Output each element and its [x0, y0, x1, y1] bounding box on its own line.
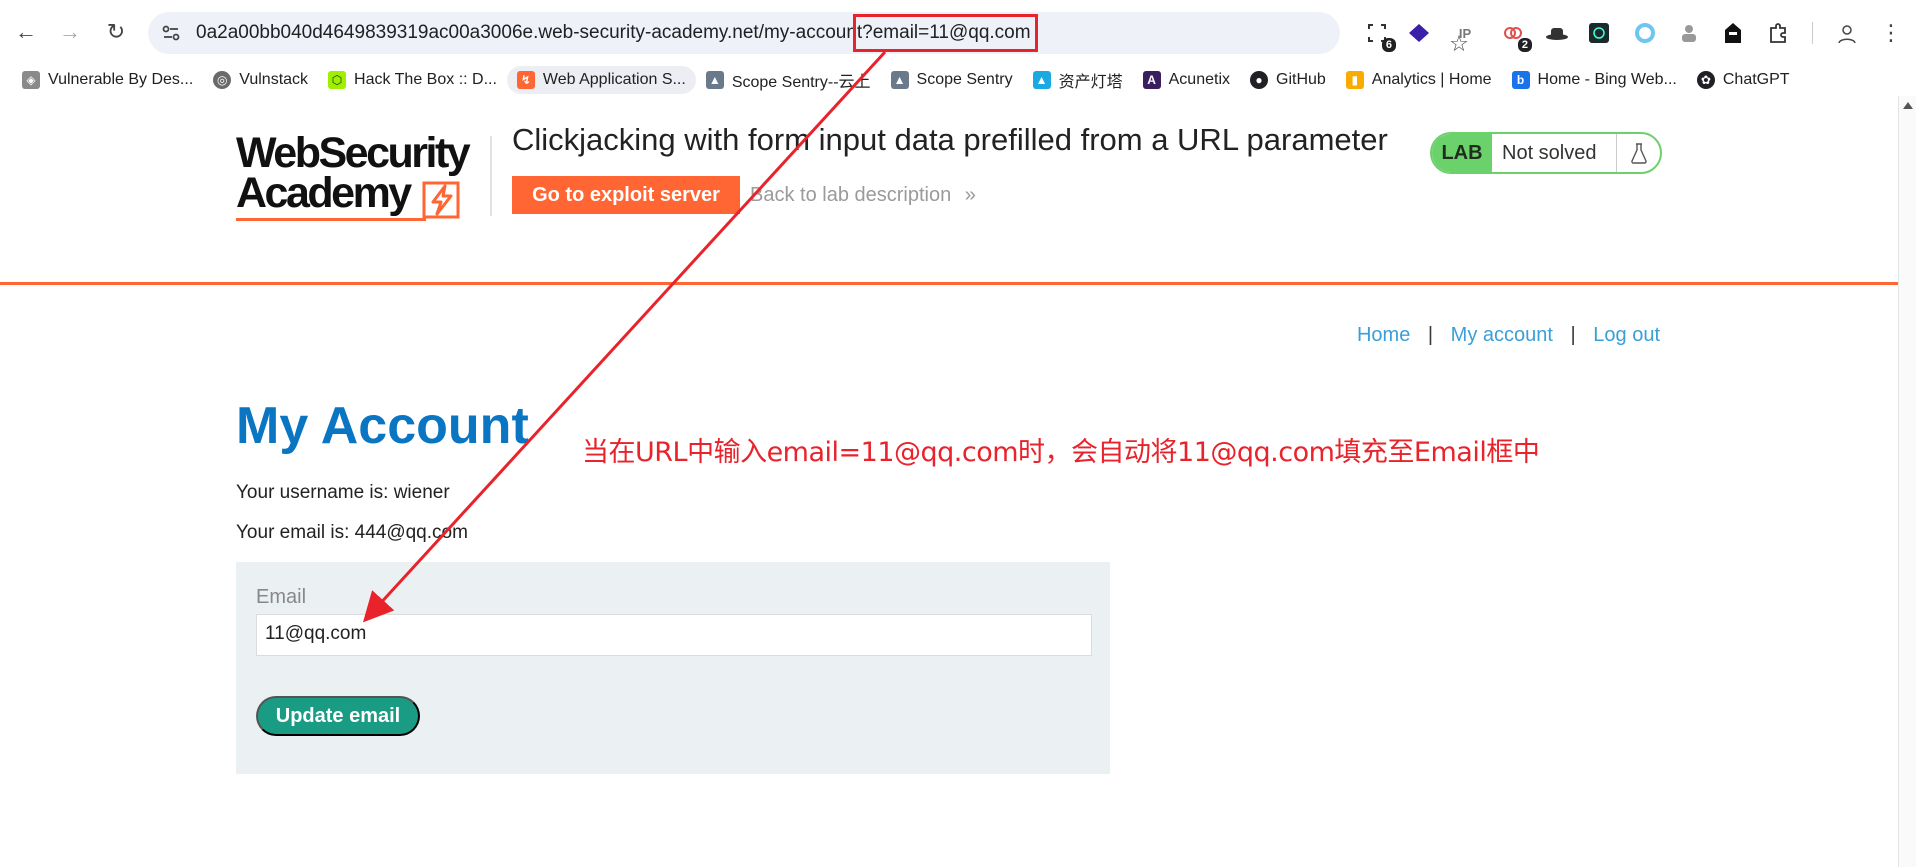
log-out-link[interactable]: Log out	[1593, 324, 1660, 346]
back-icon[interactable]: ←	[12, 18, 40, 46]
bookmark-chatgpt[interactable]: ✿ ChatGPT	[1687, 66, 1800, 94]
url-parameter-highlight	[853, 14, 1038, 52]
stack-extension-icon[interactable]	[1406, 20, 1432, 46]
bookmark-bing[interactable]: b Home - Bing Web...	[1502, 66, 1687, 94]
bookmark-label: GitHub	[1276, 71, 1326, 88]
nav-separator: |	[1570, 324, 1576, 346]
browser-menu-icon[interactable]: ⋮	[1878, 20, 1904, 46]
circle-extension-icon[interactable]	[1632, 20, 1658, 46]
bookmark-vulnstack[interactable]: ◎ Vulnstack	[203, 66, 318, 94]
flask-icon	[1616, 134, 1660, 172]
browser-toolbar: ← → ↻ 0a2a00bb040d4649839319ac00a3006e.w…	[0, 0, 1916, 66]
my-account-link[interactable]: My account	[1451, 324, 1553, 346]
sentry-icon: ▲	[890, 71, 909, 89]
bookmark-label: Vulnstack	[239, 71, 309, 88]
double-chevron-icon: »	[964, 184, 976, 206]
bookmarks-bar: ◈ Vulnerable By Des... ◎ Vulnstack ⬡ Hac…	[0, 66, 1916, 94]
username-line: Your username is: wiener	[236, 482, 450, 503]
update-email-button[interactable]: Update email	[256, 696, 420, 736]
bookmark-vulnhub[interactable]: ◈ Vulnerable By Des...	[12, 66, 203, 94]
logo-line-2: Academy	[236, 169, 412, 217]
sentry-icon: ▲	[705, 71, 724, 89]
lab-status-badge: LAB Not solved	[1430, 132, 1662, 174]
ip-extension-icon[interactable]: IP	[1452, 20, 1478, 46]
bookmark-label: Analytics | Home	[1371, 71, 1492, 88]
link-extension-icon[interactable]: 2	[1500, 20, 1532, 52]
back-to-lab-description-link[interactable]: Back to lab description »	[750, 184, 976, 207]
lab-status-text: Not solved	[1502, 141, 1597, 164]
htb-icon: ⬡	[328, 71, 347, 89]
bookmark-label: Home - Bing Web...	[1537, 71, 1677, 88]
screenshot-extension-icon[interactable]: 6	[1364, 20, 1396, 52]
acunetix-icon: A	[1142, 71, 1161, 89]
home-link[interactable]: Home	[1357, 324, 1410, 346]
back-link-label: Back to lab description	[750, 184, 952, 206]
email-label: Email	[256, 586, 307, 608]
bookmark-label: Vulnerable By Des...	[48, 71, 194, 88]
forward-icon[interactable]: →	[56, 18, 84, 46]
bookmark-scope-sentry-cloud[interactable]: ▲ Scope Sentry--云上	[696, 66, 881, 94]
bing-icon: b	[1511, 71, 1530, 89]
bookmark-github[interactable]: ● GitHub	[1240, 66, 1336, 94]
toolbar-divider	[1812, 22, 1813, 44]
bookmark-acunetix[interactable]: A Acunetix	[1133, 66, 1240, 94]
extension-badge: 2	[1517, 38, 1532, 52]
web-page: WebSecurity Academy Clickjacking with fo…	[0, 96, 1898, 867]
bookmark-label: 资产灯塔	[1058, 74, 1123, 91]
lab-title: Clickjacking with form input data prefil…	[512, 122, 1388, 157]
nav-separator: |	[1427, 324, 1434, 346]
bookmark-web-application-security[interactable]: ↯ Web Application S...	[506, 66, 696, 94]
chatgpt-icon: ✿	[1696, 71, 1715, 89]
puzzle-extensions-icon[interactable]	[1766, 20, 1792, 46]
reload-icon[interactable]: ↻	[102, 18, 130, 46]
logo-bolt-icon	[422, 181, 460, 219]
analytics-icon: ▮	[1345, 71, 1364, 89]
terminal-extension-icon[interactable]	[1586, 20, 1612, 46]
hacker-extension-icon[interactable]	[1720, 20, 1746, 46]
bookmark-hackthebox[interactable]: ⬡ Hack The Box :: D...	[318, 66, 507, 94]
github-icon: ●	[1250, 71, 1268, 89]
annotation-text: 当在URL中输入email=11@qq.com时，会自动将11@qq.com填充…	[582, 437, 1540, 468]
lighthouse-icon: ▲	[1032, 71, 1051, 89]
bookmark-label: Web Application S...	[542, 71, 686, 88]
globe-icon: ◎	[213, 71, 232, 89]
portswigger-icon: ↯	[516, 71, 535, 89]
logo-underline	[236, 218, 426, 221]
go-to-exploit-server-button[interactable]: Go to exploit server	[512, 176, 740, 214]
bookmark-label: Scope Sentry	[916, 71, 1013, 88]
spy-extension-icon[interactable]	[1676, 20, 1702, 46]
header-divider	[490, 136, 492, 216]
page-scrollbar[interactable]	[1898, 96, 1916, 867]
extension-badge: 6	[1381, 38, 1396, 52]
email-input[interactable]: 11@qq.com	[256, 614, 1092, 656]
profile-avatar-icon[interactable]	[1834, 20, 1860, 46]
bookmark-label: Scope Sentry--云上	[731, 74, 871, 91]
bookmark-label: Acunetix	[1168, 71, 1230, 88]
bookmark-analytics[interactable]: ▮ Analytics | Home	[1336, 66, 1502, 94]
header-rule	[0, 282, 1898, 285]
bookmark-scope-sentry[interactable]: ▲ Scope Sentry	[881, 66, 1023, 94]
account-navigation: Home | My account | Log out	[1357, 324, 1660, 347]
bookmark-label: ChatGPT	[1722, 71, 1790, 88]
email-line: Your email is: 444@qq.com	[236, 522, 468, 543]
scroll-up-icon[interactable]	[1903, 102, 1913, 109]
lab-tag: LAB	[1432, 134, 1492, 172]
change-email-form: Email 11@qq.com Update email	[236, 562, 1110, 774]
site-info-icon[interactable]	[160, 22, 182, 44]
page-title: My Account	[236, 397, 529, 455]
bookmark-label: Hack The Box :: D...	[354, 71, 497, 88]
bookmark-asset-lighthouse[interactable]: ▲ 资产灯塔	[1023, 66, 1133, 94]
address-bar[interactable]: 0a2a00bb040d4649839319ac00a3006e.web-sec…	[148, 12, 1469, 56]
hat-extension-icon[interactable]	[1544, 20, 1570, 46]
web-security-academy-logo[interactable]: WebSecurity Academy	[236, 130, 492, 230]
cube-icon: ◈	[22, 71, 40, 89]
